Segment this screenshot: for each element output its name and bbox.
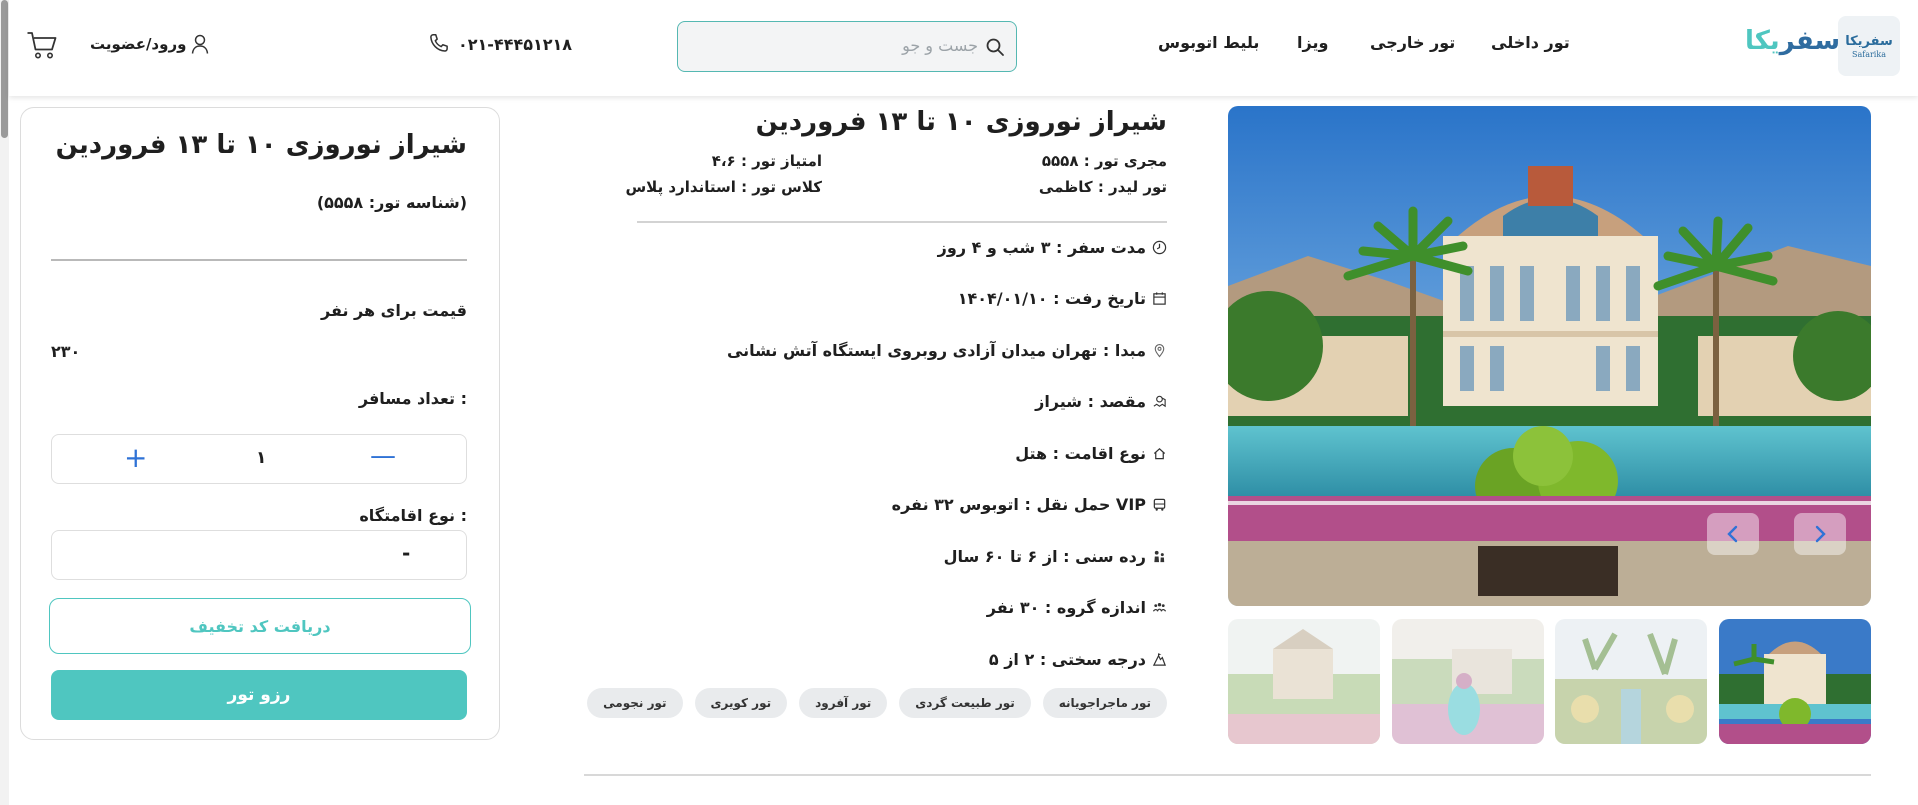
nav-foreign-tour[interactable]: تور خارجی: [1370, 33, 1455, 52]
detail-origin-text: مبدا : تهران میدان آزادی روبروی ایستگاه …: [726, 341, 1146, 360]
chevron-right-icon: [1815, 525, 1826, 543]
gallery-thumbnail[interactable]: [1228, 619, 1380, 744]
logo-text[interactable]: سفریکا: [1745, 26, 1840, 56]
booking-card: شیراز نوروزی ۱۰ تا ۱۳ فروردین (شناسه تور…: [20, 107, 500, 740]
gallery-thumbnail[interactable]: [1719, 619, 1871, 744]
tour-class: کلاس تور : استاندارد پلاس: [625, 178, 822, 196]
login-link[interactable]: ورود/عضویت: [90, 33, 210, 55]
nav-domestic-tour[interactable]: تور داخلی: [1491, 33, 1570, 52]
price-value: ۲۳۰: [51, 342, 81, 361]
detail-transport-text: حمل نقل : اتوبوس ۳۲ نفره VIP: [891, 495, 1146, 514]
detail-destination-text: مقصد : شیراز: [1035, 392, 1146, 411]
map-pin-icon: [1153, 395, 1166, 408]
reserve-tour-button[interactable]: رزو تور: [51, 670, 467, 720]
detail-transport: حمل نقل : اتوبوس ۳۲ نفره VIP: [892, 495, 1167, 514]
tour-operator: مجری تور : ۵۵۵۸: [1041, 152, 1167, 170]
booking-title: شیراز نوروزی ۱۰ تا ۱۳ فروردین: [55, 130, 467, 160]
passengers-label: تعداد مسافر :: [358, 389, 467, 408]
price-label: قیمت برای هر نفر: [320, 301, 467, 320]
detail-age-range: رده سنی : از ۶ تا ۶۰ سال: [944, 547, 1167, 566]
search-icon[interactable]: [985, 37, 1005, 57]
accommodation-label: نوع اقامتگاه :: [359, 506, 467, 525]
info-divider: [637, 221, 1167, 223]
logo-mark: سفریکا: [1845, 33, 1893, 49]
detail-difficulty-text: درجه سختی : ۲ از ۵: [988, 650, 1146, 669]
detail-group-size: اندازه گروه : ۳۰ نفر: [987, 598, 1167, 617]
passenger-stepper: — ۱ +: [51, 434, 467, 484]
detail-origin: مبدا : تهران میدان آزادی روبروی ایستگاه …: [727, 341, 1167, 360]
section-divider: [584, 774, 1871, 776]
tour-id: (شناسه تور: ۵۵۵۸): [316, 193, 467, 212]
logo-text-part2: یکا: [1745, 26, 1780, 56]
logo-text-part1: سفر: [1779, 26, 1841, 56]
tag-chip[interactable]: تور ماجراجویانه: [1042, 688, 1167, 718]
detail-duration: مدت سفر : ۳ شب و ۴ روز: [938, 238, 1167, 257]
tour-title: شیراز نوروزی ۱۰ تا ۱۳ فروردین: [755, 107, 1167, 137]
increment-button[interactable]: +: [124, 441, 147, 474]
detail-accommodation-text: نوع اقامت : هتل: [1015, 444, 1146, 463]
gallery-thumbnail[interactable]: [1392, 619, 1544, 744]
phone-icon: [430, 34, 448, 52]
detail-departure-date: تاریخ رفت : ۱۴۰۴/۰۱/۱۰: [958, 289, 1167, 308]
login-label: ورود/عضویت: [90, 35, 187, 53]
chevron-left-icon: [1727, 525, 1738, 543]
tag-chip[interactable]: تور نجومی: [587, 688, 683, 718]
detail-destination: مقصد : شیراز: [1035, 392, 1167, 411]
gallery-next-button[interactable]: [1794, 513, 1846, 555]
detail-group-size-text: اندازه گروه : ۳۰ نفر: [986, 598, 1146, 617]
detail-departure-date-text: تاریخ رفت : ۱۴۰۴/۰۱/۱۰: [957, 289, 1146, 308]
main-tour-photo: [1228, 106, 1871, 606]
passenger-count: ۱: [256, 448, 267, 468]
decrement-button[interactable]: —: [370, 441, 396, 471]
cart-icon[interactable]: [26, 30, 58, 60]
group-icon: [1152, 603, 1167, 612]
support-phone[interactable]: ۰۲۱-۴۴۴۵۱۲۱۸: [426, 31, 572, 57]
gallery-prev-button[interactable]: [1707, 513, 1759, 555]
detail-difficulty: درجه سختی : ۲ از ۵: [989, 650, 1167, 669]
difficulty-icon: [1152, 653, 1167, 666]
nav-bus-ticket[interactable]: بلیط اتوبوس: [1158, 33, 1259, 52]
tag-chip[interactable]: تور آفرود: [799, 688, 888, 718]
clock-icon: [1152, 240, 1167, 255]
search-box[interactable]: جست و جو: [677, 21, 1017, 72]
age-group-icon: [1154, 550, 1165, 563]
calendar-icon: [1153, 292, 1166, 305]
site-header: سفریکا Safarika سفریکا تور داخلی تور خار…: [9, 0, 1918, 96]
tour-leader: تور لیدر : کاظمی: [1038, 178, 1167, 196]
tour-tags: تور ماجراجویانه تور طبیعت گردی تور آفرود…: [587, 688, 1167, 718]
detail-accommodation: نوع اقامت : هتل: [1015, 444, 1167, 463]
tour-rating: امتیاز تور : ۴،۶: [711, 152, 822, 170]
scrollbar-thumb[interactable]: [1, 0, 8, 138]
detail-duration-text: مدت سفر : ۳ شب و ۴ روز: [937, 238, 1146, 257]
logo-badge[interactable]: سفریکا Safarika: [1838, 16, 1900, 76]
detail-age-range-text: رده سنی : از ۶ تا ۶۰ سال: [943, 547, 1146, 566]
home-icon: [1153, 447, 1166, 460]
accommodation-value: -: [402, 541, 411, 565]
location-pin-icon: [1154, 344, 1165, 358]
user-icon: [192, 34, 209, 54]
logo-sub: Safarika: [1852, 49, 1886, 59]
page-scrollbar[interactable]: [0, 0, 9, 805]
search-input[interactable]: جست و جو: [902, 36, 978, 55]
booking-divider: [51, 259, 467, 261]
phone-number: ۰۲۱-۴۴۴۵۱۲۱۸: [458, 34, 573, 54]
tag-chip[interactable]: تور طبیعت گردی: [899, 688, 1031, 718]
accommodation-select[interactable]: -: [51, 530, 467, 580]
tag-chip[interactable]: تور کویری: [694, 688, 788, 718]
discount-code-button[interactable]: دریافت کد تخفیف: [49, 598, 471, 654]
gallery-thumbnail[interactable]: [1555, 619, 1707, 744]
bus-icon: [1153, 498, 1166, 511]
nav-visa[interactable]: ویزا: [1297, 33, 1328, 52]
